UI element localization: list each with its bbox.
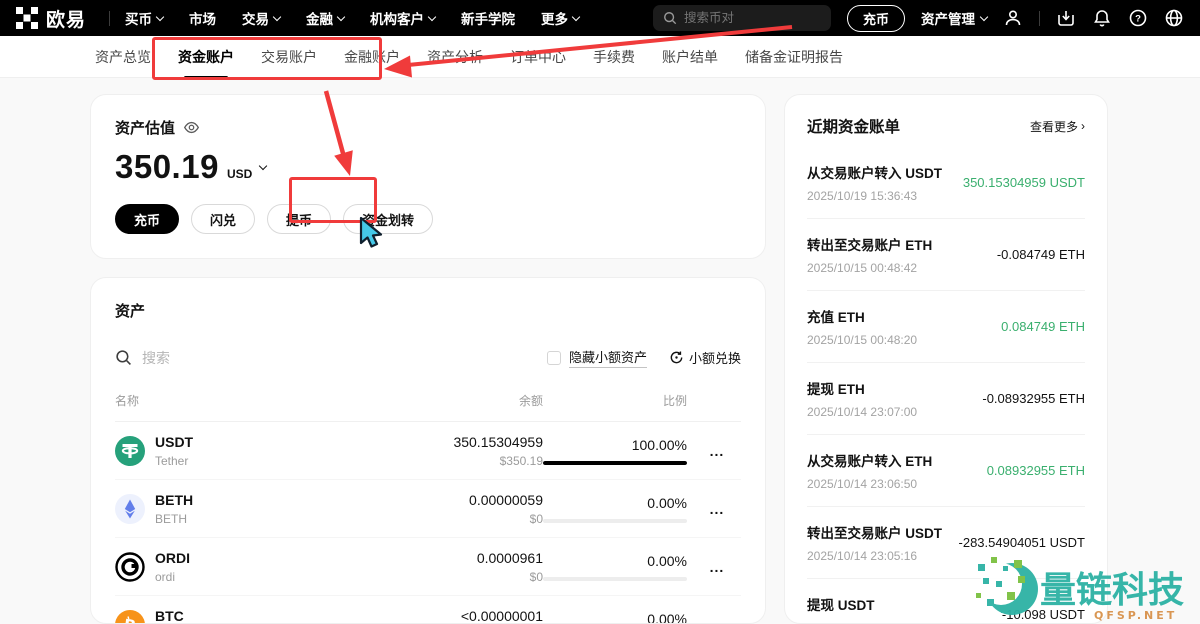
- table-row-beth[interactable]: BETHBETH 0.00000059$0 0.00% ...: [115, 480, 741, 538]
- chevron-down-icon: [273, 12, 281, 20]
- eye-icon[interactable]: [183, 119, 200, 136]
- bill-item[interactable]: 提现 ETH2025/10/14 23:07:00 -0.08932955 ET…: [807, 363, 1085, 435]
- nav-item-buy-crypto[interactable]: 买币: [125, 8, 163, 28]
- col-ratio: 比例: [543, 392, 693, 409]
- bell-icon[interactable]: [1092, 8, 1112, 28]
- assets-title: 资产: [115, 300, 741, 321]
- col-name: 名称: [115, 392, 353, 409]
- bill-item[interactable]: 提现 USDT2025/10/07 13:19:25 -10.098 USDT: [807, 579, 1085, 624]
- bill-item[interactable]: 从交易账户转入 ETH2025/10/14 23:06:50 0.0893295…: [807, 435, 1085, 507]
- bill-item[interactable]: 转出至交易账户 USDT2025/10/14 23:05:16 -283.549…: [807, 507, 1085, 579]
- convert-button[interactable]: 闪兑: [191, 204, 255, 234]
- logo-text: 欧易: [46, 5, 86, 32]
- total-valuation: 350.19: [115, 148, 219, 186]
- valuation-currency: USD: [227, 167, 252, 181]
- chevron-down-icon: [980, 12, 988, 20]
- nav-item-finance[interactable]: 金融: [306, 8, 344, 28]
- nav-item-trade[interactable]: 交易: [242, 8, 280, 28]
- tab-finance-account[interactable]: 金融账户: [344, 47, 400, 67]
- svg-text:?: ?: [1135, 14, 1141, 25]
- recent-bills-title: 近期资金账单: [807, 115, 900, 137]
- top-navigation-bar: 欧易 买币 市场 交易 金融 机构客户 新手学院 更多 充币 资产管理 ?: [0, 0, 1200, 36]
- main-content: 资产估值 350.19 USD 充币 闪兑 提币 资金划转 资产: [0, 78, 1200, 624]
- ordi-icon: [115, 552, 145, 582]
- tab-account-statement[interactable]: 账户结单: [662, 47, 718, 67]
- row-menu-button[interactable]: ...: [693, 559, 741, 575]
- search-icon: [115, 349, 132, 366]
- table-row-usdt[interactable]: USDTTether 350.15304959$350.19 100.00% .…: [115, 422, 741, 480]
- tab-fees[interactable]: 手续费: [593, 47, 635, 67]
- svg-text:B: B: [123, 615, 138, 624]
- assets-table-header: 名称 余额 比例: [115, 382, 741, 422]
- topbar-divider: [109, 11, 110, 26]
- bill-item[interactable]: 从交易账户转入 USDT2025/10/19 15:36:43 350.1530…: [807, 147, 1085, 219]
- tab-order-center[interactable]: 订单中心: [510, 47, 566, 67]
- nav-item-more[interactable]: 更多: [541, 8, 579, 28]
- convert-small-balances-link[interactable]: 小额兑换: [669, 348, 741, 367]
- see-more-link[interactable]: 查看更多›: [1030, 118, 1085, 135]
- col-balance: 余额: [353, 392, 543, 409]
- globe-icon[interactable]: [1164, 8, 1184, 28]
- tab-trading-account[interactable]: 交易账户: [261, 47, 317, 67]
- help-icon[interactable]: ?: [1128, 8, 1148, 28]
- tab-asset-overview[interactable]: 资产总览: [95, 47, 151, 67]
- nav-item-markets[interactable]: 市场: [189, 8, 216, 28]
- valuation-title: 资产估值: [115, 117, 175, 138]
- chevron-down-icon: [572, 12, 580, 20]
- search-icon: [663, 11, 677, 25]
- nav-item-institutions[interactable]: 机构客户: [370, 8, 435, 28]
- asset-search-box[interactable]: [115, 349, 547, 366]
- user-icon[interactable]: [1003, 8, 1023, 28]
- asset-valuation-card: 资产估值 350.19 USD 充币 闪兑 提币 资金划转: [90, 94, 766, 259]
- table-row-btc[interactable]: B BTCBitcoin <0.00000001$0 0.00% ...: [115, 596, 741, 624]
- asset-search-input[interactable]: [142, 350, 342, 366]
- tab-funding-account[interactable]: 资金账户: [178, 47, 234, 67]
- chevron-down-icon: [337, 12, 345, 20]
- row-menu-button[interactable]: ...: [693, 501, 741, 517]
- account-tabs-bar: 资产总览 资金账户 交易账户 金融账户 资产分析 订单中心 手续费 账户结单 储…: [0, 36, 1200, 78]
- deposit-crypto-button[interactable]: 充币: [115, 204, 179, 234]
- beth-icon: [115, 494, 145, 524]
- fund-transfer-button[interactable]: 资金划转: [343, 204, 433, 234]
- row-menu-button[interactable]: ...: [693, 443, 741, 459]
- chevron-down-icon: [156, 12, 164, 20]
- convert-icon: [669, 350, 684, 365]
- topbar-divider: [1039, 11, 1040, 26]
- withdraw-button[interactable]: 提币: [267, 204, 331, 234]
- deposit-button[interactable]: 充币: [847, 5, 905, 32]
- topbar-right-section: 充币 资产管理 ?: [653, 5, 1184, 32]
- nav-item-academy[interactable]: 新手学院: [461, 8, 515, 28]
- chevron-down-icon: [428, 12, 436, 20]
- chevron-down-icon[interactable]: [259, 161, 267, 169]
- okx-logo[interactable]: 欧易: [16, 5, 86, 32]
- primary-nav: 买币 市场 交易 金融 机构客户 新手学院 更多: [125, 8, 579, 28]
- tab-asset-analysis[interactable]: 资产分析: [427, 47, 483, 67]
- asset-management-menu[interactable]: 资产管理: [921, 8, 987, 28]
- recent-funding-bills-card: 近期资金账单 查看更多› 从交易账户转入 USDT2025/10/19 15:3…: [784, 94, 1108, 624]
- hide-small-assets-label: 隐藏小额资产: [569, 347, 647, 368]
- okx-logo-icon: [16, 7, 38, 29]
- pair-search-box[interactable]: [653, 5, 831, 31]
- bill-item[interactable]: 充值 ETH2025/10/15 00:48:20 0.084749 ETH: [807, 291, 1085, 363]
- pair-search-input[interactable]: [684, 11, 804, 25]
- btc-icon: B: [115, 610, 145, 624]
- hide-small-assets-toggle[interactable]: 隐藏小额资产: [547, 347, 647, 368]
- usdt-icon: [115, 436, 145, 466]
- hide-small-assets-checkbox[interactable]: [547, 351, 561, 365]
- bill-list: 从交易账户转入 USDT2025/10/19 15:36:43 350.1530…: [807, 147, 1085, 624]
- bill-item[interactable]: 转出至交易账户 ETH2025/10/15 00:48:42 -0.084749…: [807, 219, 1085, 291]
- assets-card: 资产 隐藏小额资产 小额兑换 名称: [90, 277, 766, 624]
- download-icon[interactable]: [1056, 8, 1076, 28]
- tab-proof-of-reserves[interactable]: 储备金证明报告: [745, 47, 843, 67]
- row-menu-button[interactable]: ...: [693, 617, 741, 624]
- table-row-ordi[interactable]: ORDIordi 0.0000961$0 0.00% ...: [115, 538, 741, 596]
